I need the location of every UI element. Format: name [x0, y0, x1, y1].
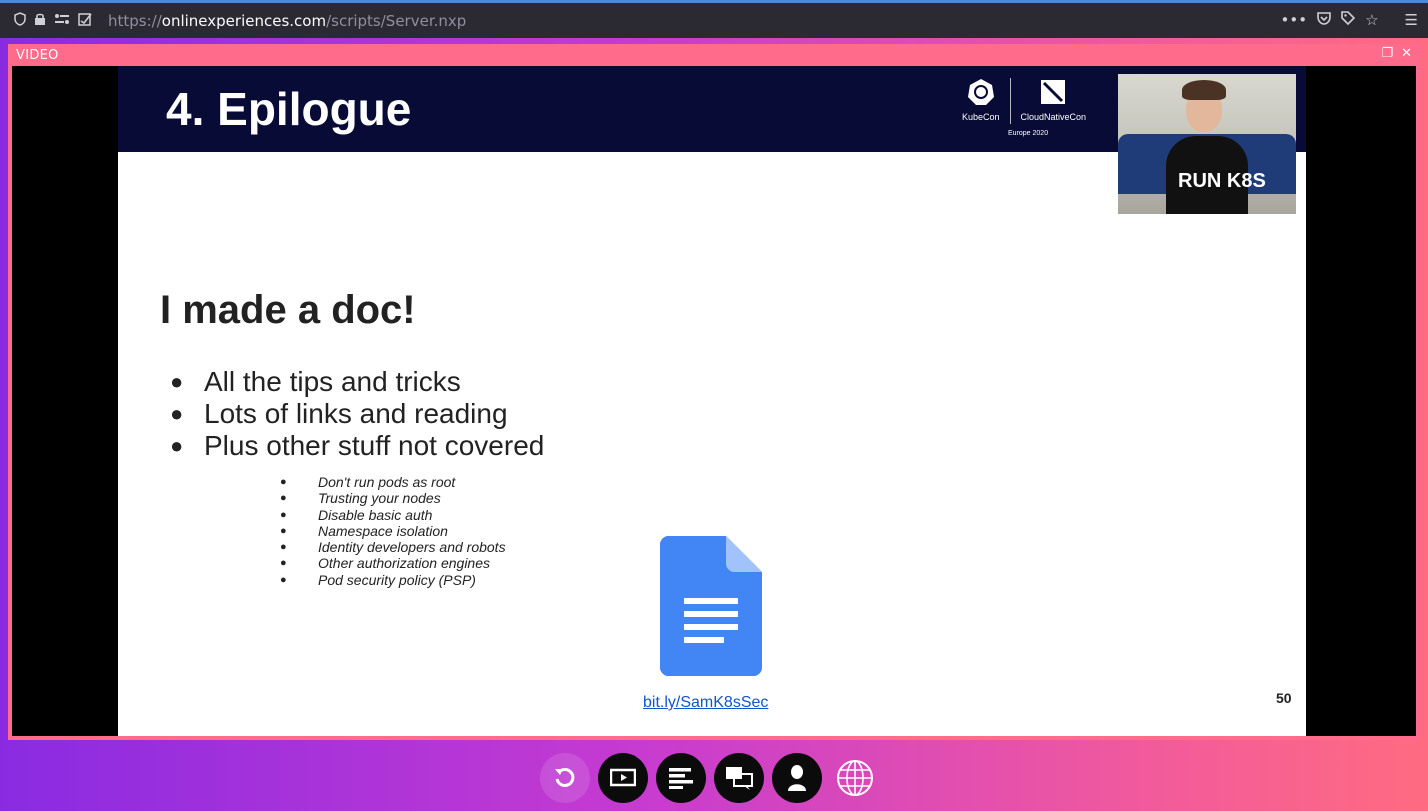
chat-icon — [726, 767, 753, 790]
bullet-dot: ● — [280, 508, 287, 521]
chat-button[interactable] — [714, 753, 764, 803]
sub-bullet-text: Trusting your nodes — [318, 490, 441, 507]
cloudnativecon-logo: CloudNativeCon — [1020, 78, 1087, 122]
agenda-button[interactable] — [656, 753, 706, 803]
list-item: ● All the tips and tricks — [170, 366, 544, 398]
list-item: ● Disable basic auth — [280, 507, 506, 523]
browser-url-bar[interactable]: https://onlinexperiences.com/scripts/Ser… — [0, 0, 1428, 38]
url-host: onlinexperiences.com — [161, 11, 327, 30]
url-scheme: https:// — [108, 11, 162, 30]
shield-icon[interactable] — [14, 12, 26, 29]
slide-title: 4. Epilogue — [166, 83, 412, 135]
presentation-button[interactable] — [598, 753, 648, 803]
panel-title: VIDEO — [16, 48, 59, 63]
bottom-toolbar — [540, 753, 880, 803]
kubecon-logo: KubeCon — [962, 78, 1000, 122]
refresh-icon — [555, 767, 575, 787]
list-item: ● Namespace isolation — [280, 523, 506, 539]
logo-divider — [1009, 78, 1011, 124]
speaker-shirt-text: RUN K8S — [1178, 170, 1266, 192]
video-player[interactable]: 4. Epilogue KubeCon CloudNativeCon Europ… — [12, 66, 1416, 736]
url-path: /scripts/Server.nxp — [326, 11, 467, 30]
close-icon[interactable]: ✕ — [1401, 46, 1412, 61]
bullet-dot: ● — [170, 401, 184, 426]
main-bullet-list: ● All the tips and tricks ● Lots of links … — [170, 366, 544, 462]
refresh-button[interactable] — [540, 753, 590, 803]
bullet-dot: ● — [280, 524, 287, 537]
sub-bullet-text: Identity developers and robots — [318, 539, 506, 556]
cncf-icon — [1041, 80, 1066, 104]
list-item: ● Lots of links and reading — [170, 398, 544, 430]
bullet-dot: ● — [280, 557, 287, 570]
toolbar-right-icons: ••• ☆ ☰ — [1281, 11, 1418, 29]
restore-icon[interactable]: ❐ — [1381, 46, 1393, 61]
list-item: ● Trusting your nodes — [280, 490, 506, 506]
address-field[interactable]: https://onlinexperiences.com/scripts/Ser… — [108, 12, 466, 30]
bookmark-tag-icon[interactable] — [1341, 11, 1356, 29]
bullet-dot: ● — [170, 369, 184, 394]
permissions-icon[interactable] — [54, 13, 70, 28]
bullet-dot: ● — [280, 541, 287, 554]
profile-button[interactable] — [772, 753, 822, 803]
pocket-icon[interactable] — [1317, 11, 1331, 29]
sub-bullet-text: Pod security policy (PSP) — [318, 571, 476, 588]
kubernetes-icon — [967, 79, 994, 105]
tracking-icon[interactable] — [78, 12, 92, 29]
bullet-dot: ● — [280, 492, 287, 505]
cloudnativecon-label: CloudNativeCon — [1020, 112, 1087, 122]
panel-window-controls: ❐ ✕ — [1381, 46, 1412, 61]
slide-page-number: 50 — [1276, 690, 1292, 706]
sub-bullet-text: Namespace isolation — [318, 522, 448, 539]
site-info-icons — [0, 12, 108, 29]
bullet-text: All the tips and tricks — [204, 366, 461, 397]
video-panel: VIDEO ❐ ✕ 4. Epilogue KubeCon CloudNativ… — [8, 44, 1420, 740]
bullet-dot: ● — [280, 476, 287, 488]
presentation-slide: 4. Epilogue KubeCon CloudNativeCon Europ… — [118, 66, 1306, 736]
language-button[interactable] — [830, 753, 880, 803]
profile-icon — [788, 765, 806, 791]
list-item: ● Other authorization engines — [280, 555, 506, 571]
sub-bullet-text: Don't run pods as root — [318, 474, 456, 490]
sub-bullet-text: Other authorization engines — [318, 555, 490, 572]
sub-bullet-text: Disable basic auth — [318, 506, 433, 523]
event-subtitle: Europe 2020 — [1008, 130, 1049, 137]
agenda-icon — [669, 768, 693, 789]
bullet-dot: ● — [280, 573, 287, 586]
speaker-hair — [1182, 80, 1226, 100]
slide-heading: I made a doc! — [160, 288, 416, 332]
list-item: ● Pod security policy (PSP) — [280, 572, 506, 588]
sub-bullet-list: ● Don't run pods as root ● Trusting your n… — [280, 474, 506, 588]
google-docs-icon — [660, 536, 762, 676]
conference-logos: KubeCon CloudNativeCon — [962, 78, 1086, 124]
kubecon-label: KubeCon — [962, 112, 1000, 122]
bullet-text: Plus other stuff not covered — [204, 430, 545, 461]
bullet-text: Lots of links and reading — [204, 398, 508, 429]
bullet-dot: ● — [170, 433, 184, 458]
star-icon[interactable]: ☆ — [1365, 11, 1378, 29]
speaker-webcam: RUN K8S — [1118, 74, 1296, 214]
list-item: ● Don't run pods as root — [280, 474, 506, 490]
language-icon — [837, 760, 873, 796]
list-item: ● Plus other stuff not covered — [170, 430, 544, 462]
presentation-icon — [610, 768, 636, 787]
menu-icon[interactable]: ☰ — [1405, 11, 1418, 29]
list-item: ● Identity developers and robots — [280, 539, 506, 555]
doc-link[interactable]: bit.ly/SamK8sSec — [643, 694, 768, 712]
lock-icon[interactable] — [34, 12, 46, 29]
more-icon[interactable]: ••• — [1281, 11, 1308, 29]
